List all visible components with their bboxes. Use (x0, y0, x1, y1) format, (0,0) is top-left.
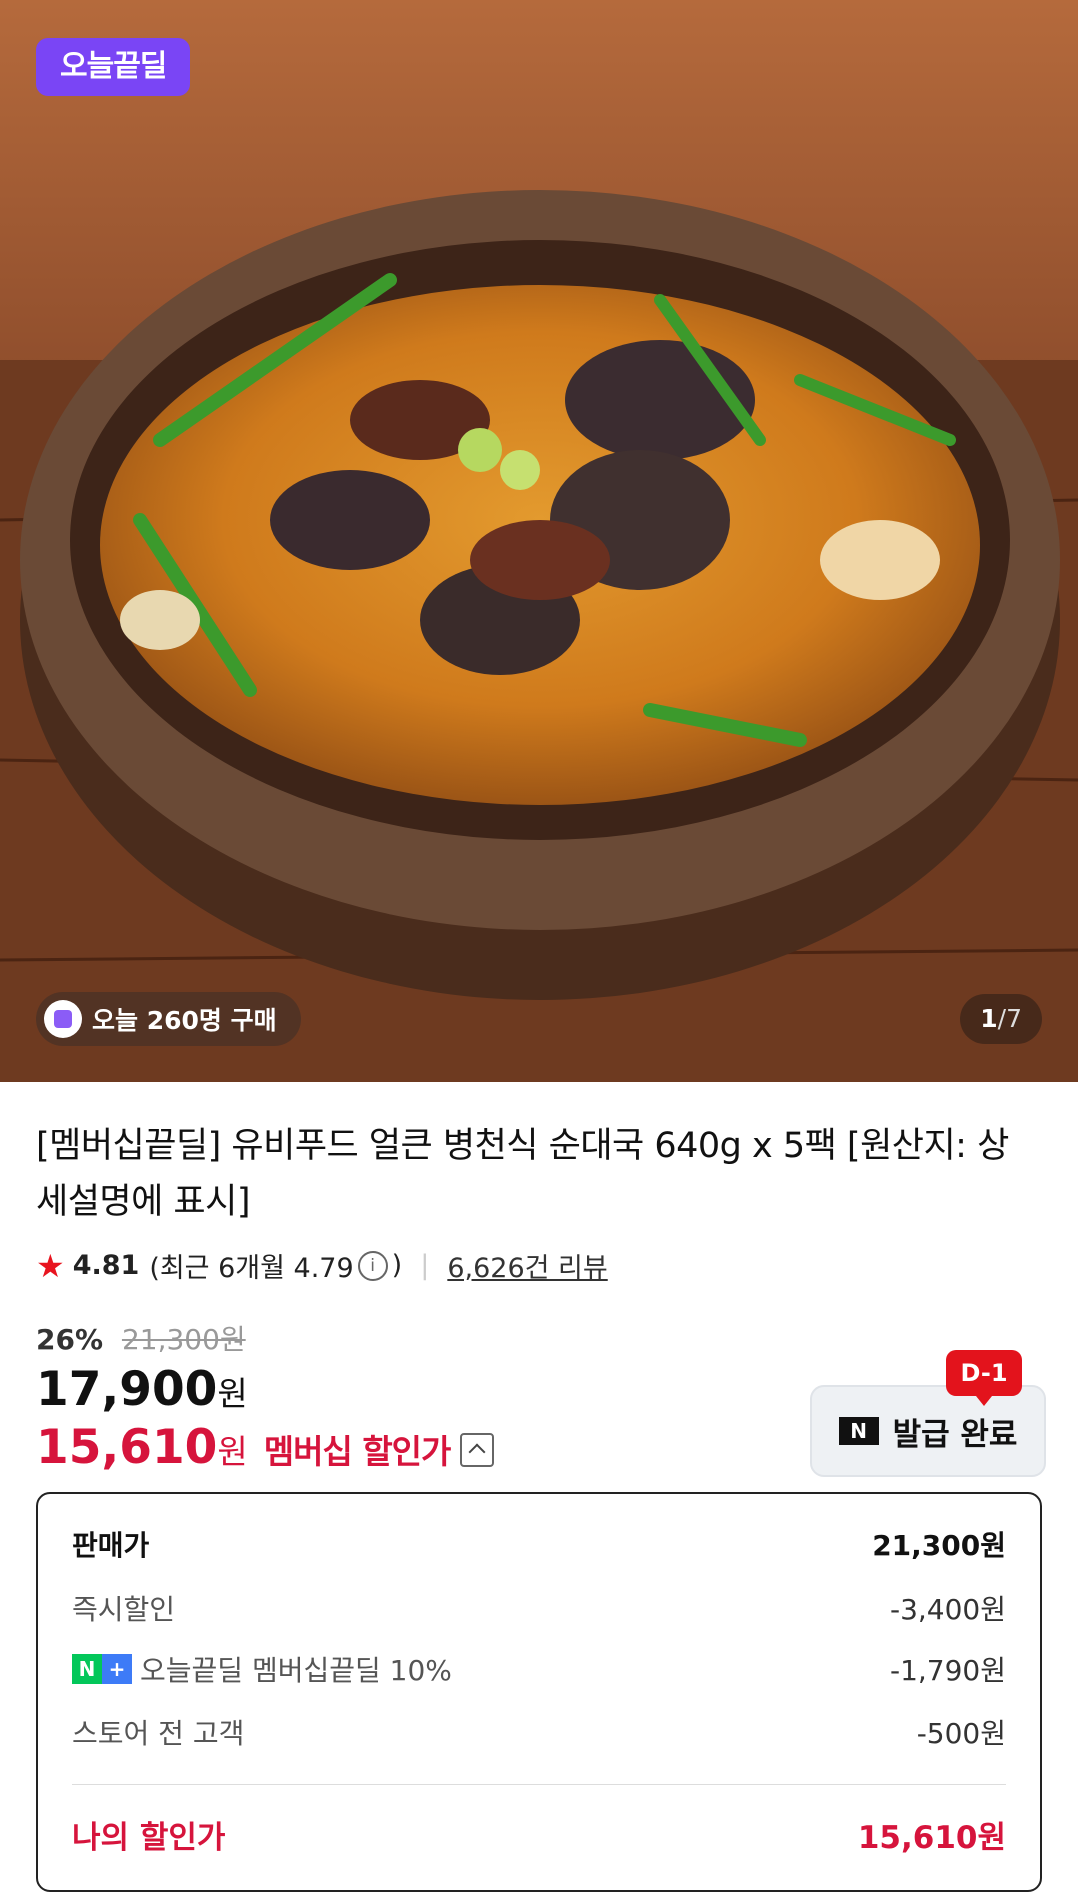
breakdown-row-sale: 판매가 21,300원 (72, 1524, 1006, 1564)
membership-discount-value: -1,790원 (889, 1654, 1006, 1687)
store-discount-label: 스토어 전 고객 (72, 1717, 245, 1750)
original-price: 21,300원 (121, 1323, 246, 1356)
review-count-link[interactable]: 6,626건 리뷰 (447, 1246, 607, 1285)
dday-badge: D-1 (946, 1350, 1022, 1406)
final-price-value: 15,610원 (857, 1820, 1006, 1856)
product-image[interactable]: 오늘끝딜 오늘 260명 구매 1/7 (0, 0, 1078, 1082)
member-price-unit: 원 (217, 1432, 248, 1471)
rating-score: 4.81 (72, 1250, 140, 1281)
rating-row: ★ 4.81 (최근 6개월 4.79 i ) | 6,626건 리뷰 (36, 1246, 608, 1285)
product-title: [멤버십끝딜] 유비푸드 얼큰 병천식 순대국 640g x 5팩 [원산지: … (36, 1126, 1009, 1222)
sale-price: 17,900원 (36, 1362, 248, 1417)
coupon-label: 발급 완료 (892, 1416, 1018, 1453)
buyers-count-text: 오늘 260명 구매 (92, 1006, 277, 1035)
soup-photo (0, 0, 1078, 1082)
instant-discount-label: 즉시할인 (72, 1593, 176, 1626)
pager-total: /7 (997, 1004, 1022, 1033)
membership-label-wrap: N + 오늘끝딜 멤버십끝딜 10% (72, 1649, 452, 1689)
breakdown-row-instant: 즉시할인 -3,400원 (72, 1588, 1006, 1628)
member-price-label: 멤버십 할인가 (263, 1432, 452, 1471)
star-icon: ★ (36, 1246, 65, 1285)
info-icon[interactable]: i (357, 1250, 388, 1281)
discount-row: 26% 21,300원 (36, 1318, 246, 1358)
member-price-amount: 15,610 (36, 1420, 218, 1475)
image-pager: 1/7 (960, 994, 1042, 1044)
recent-rating-close: ) (391, 1250, 403, 1281)
store-discount-value: -500원 (916, 1717, 1006, 1750)
divider: | (420, 1250, 430, 1281)
recent-rating: (최근 6개월 4.79 (149, 1253, 354, 1284)
sale-price-amount: 17,900 (36, 1362, 218, 1417)
membership-discount-label: 오늘끝딜 멤버십끝딜 10% (140, 1654, 452, 1687)
naver-plus-icon: N + (72, 1654, 132, 1684)
deal-badge: 오늘끝딜 (36, 38, 191, 96)
price-breakdown: 판매가 21,300원 즉시할인 -3,400원 N + 오늘끝딜 멤버십끝딜 1… (36, 1492, 1042, 1892)
final-price-label: 나의 할인가 (72, 1820, 226, 1856)
breakdown-divider (72, 1784, 1006, 1785)
breakdown-row-final: 나의 할인가 15,610원 (72, 1812, 1006, 1857)
buyers-count-chip: 오늘 260명 구매 (36, 992, 301, 1046)
sale-price-unit: 원 (217, 1374, 248, 1413)
pager-current: 1 (980, 1004, 998, 1033)
sale-price-value: 21,300원 (872, 1529, 1006, 1562)
member-price-row: 15,610 원 멤버십 할인가 (36, 1420, 495, 1475)
naver-n-icon: N (838, 1417, 879, 1445)
coupon-issued-button[interactable]: N 발급 완료 (810, 1385, 1046, 1477)
breakdown-row-membership: N + 오늘끝딜 멤버십끝딜 10% -1,790원 (72, 1649, 1006, 1689)
chevron-up-icon[interactable] (460, 1433, 495, 1467)
instant-discount-value: -3,400원 (889, 1593, 1006, 1626)
shopping-bag-icon (44, 1000, 82, 1038)
sale-price-label: 판매가 (72, 1529, 150, 1562)
breakdown-row-store: 스토어 전 고객 -500원 (72, 1712, 1006, 1752)
discount-percent: 26% (36, 1323, 104, 1356)
